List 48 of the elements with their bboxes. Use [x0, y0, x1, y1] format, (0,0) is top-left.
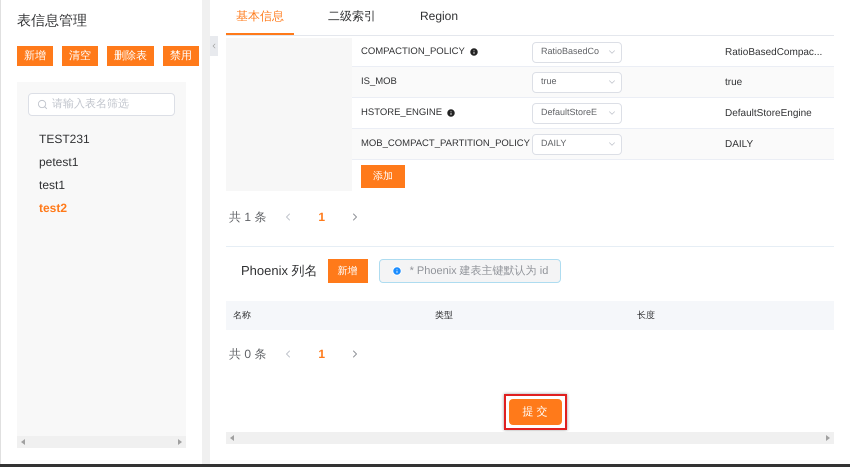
- search-icon: [37, 99, 48, 110]
- property-value: true: [725, 76, 742, 90]
- toolbar-button[interactable]: 清空: [62, 46, 98, 66]
- value-select[interactable]: RatioBasedCo: [532, 42, 622, 62]
- property-value: DAILY: [725, 138, 754, 152]
- property-name: MOB_COMPACT_PARTITION_POLICY: [361, 136, 530, 151]
- collapse-handle[interactable]: [210, 36, 218, 56]
- scroll-left-icon[interactable]: [230, 435, 234, 442]
- tab[interactable]: 基本信息: [226, 0, 294, 35]
- total-count: 共 0 条: [229, 346, 266, 363]
- table-list-item[interactable]: petest1: [39, 151, 175, 174]
- value-select[interactable]: true: [532, 72, 622, 92]
- collapse-icon: [210, 42, 218, 50]
- toolbar-button[interactable]: 禁用: [163, 46, 199, 66]
- table-list-item[interactable]: test2: [39, 197, 175, 220]
- scroll-right-icon[interactable]: [826, 435, 830, 442]
- add-column-button[interactable]: 新增: [328, 259, 368, 283]
- property-value: DefaultStoreEngine: [725, 106, 812, 120]
- table-list-item[interactable]: TEST231: [39, 128, 175, 151]
- add-button[interactable]: 添加: [361, 165, 405, 188]
- total-count: 共 1 条: [229, 209, 266, 226]
- column-header: 名称: [233, 310, 251, 320]
- submit-button[interactable]: 提 交: [508, 399, 562, 426]
- info-icon: [392, 266, 402, 276]
- property-name: IS_MOB: [361, 74, 397, 89]
- value-select[interactable]: DAILY: [532, 134, 622, 154]
- info-icon: [468, 47, 479, 57]
- page-number[interactable]: 1: [310, 345, 334, 363]
- search-field[interactable]: 请输入表名筛选: [28, 93, 175, 116]
- toolbar-button[interactable]: 删除表: [107, 46, 154, 66]
- search-input[interactable]: 请输入表名筛选: [52, 96, 166, 113]
- tip-text: * Phoenix 建表主键默认为 id: [410, 264, 548, 279]
- scroll-right-icon[interactable]: [178, 439, 182, 445]
- tab[interactable]: Region: [410, 0, 468, 35]
- value-select[interactable]: DefaultStoreE: [532, 102, 622, 124]
- page-number[interactable]: 1: [310, 208, 334, 226]
- tab[interactable]: 二级索引: [318, 0, 386, 35]
- property-name: HSTORE_ENGINE: [361, 106, 442, 120]
- table-list-item[interactable]: test1: [39, 174, 175, 197]
- info-icon: [446, 108, 456, 118]
- property-value: RatioBasedCompac...: [725, 46, 822, 60]
- property-name: COMPACTION_POLICY: [361, 44, 465, 59]
- toolbar-button[interactable]: 新增: [17, 46, 53, 66]
- column-header: 长度: [637, 310, 655, 320]
- section-title: Phoenix 列名: [241, 262, 318, 280]
- column-header: 类型: [435, 310, 453, 320]
- scroll-left-icon[interactable]: [21, 439, 25, 445]
- sidebar-title: 表信息管理: [17, 11, 88, 30]
